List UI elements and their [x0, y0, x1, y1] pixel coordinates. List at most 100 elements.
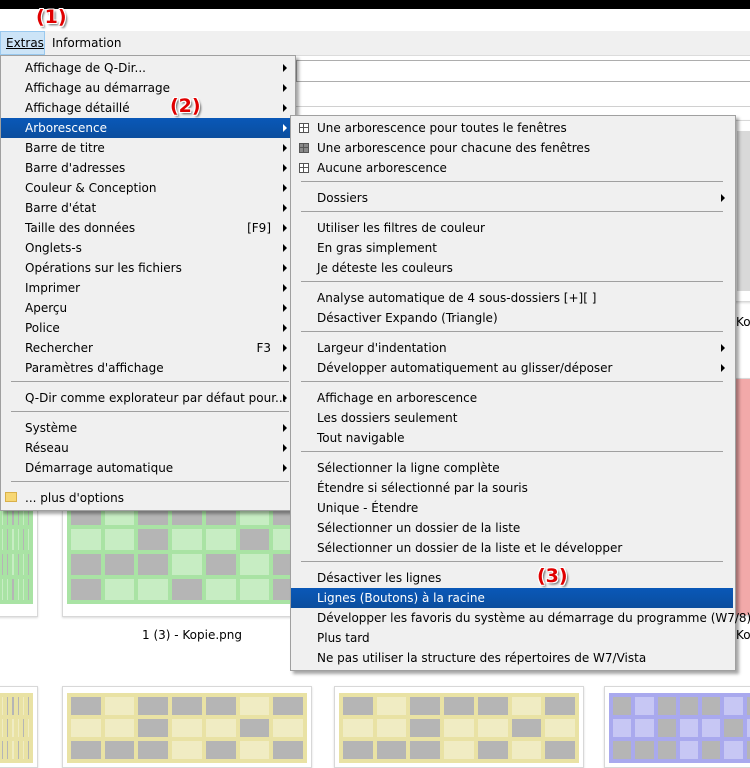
tree-menu-item[interactable]: Analyse automatique de 4 sous-dossiers [… [291, 288, 733, 308]
thumbnail-gray[interactable] [734, 120, 750, 302]
thumbnail-cell [2, 741, 4, 759]
extras-menu-item[interactable]: Paramètres d'affichage [1, 358, 295, 378]
tree-menu-item[interactable]: Utiliser les filtres de couleur [291, 218, 733, 238]
thumbnail-cell [138, 554, 169, 575]
tree-menu-item-label: Désactiver les lignes [317, 571, 442, 585]
extras-menu-item[interactable]: Couleur & Conception [1, 178, 295, 198]
tree-menu-item-label: Tout navigable [317, 431, 405, 445]
thumbnail-cell [239, 554, 270, 575]
menu-information-label: Information [52, 36, 122, 50]
address-bar[interactable] [296, 60, 750, 82]
tree-menu-item-label: Sélectionner un dossier de la liste et l… [317, 541, 623, 555]
thumbnail-red[interactable] [734, 378, 750, 616]
tree-menu-item[interactable]: Ne pas utiliser la structure des réperto… [291, 648, 733, 668]
tree-menu-item[interactable]: Lignes (Boutons) à la racine [291, 588, 733, 608]
thumbnail-cell [511, 719, 542, 737]
thumbnail-cell [7, 529, 9, 550]
chevron-right-icon [283, 104, 287, 112]
extras-menu-item[interactable]: Barre d'adresses [1, 158, 295, 178]
extras-menu-item-label: Opérations sur les fichiers [25, 261, 182, 275]
thumbnail-cell [172, 697, 202, 715]
tree-menu-item-label: Largeur d'indentation [317, 341, 447, 355]
tree-menu-item[interactable]: En gras simplement [291, 238, 733, 258]
extras-menu-item[interactable]: Affichage détaillé [1, 98, 295, 118]
extras-menu-item[interactable]: ... plus d'options [1, 488, 295, 508]
tree-menu-item[interactable]: Sélectionner un dossier de la liste et l… [291, 538, 733, 558]
tree-menu-item[interactable]: Désactiver les lignes [291, 568, 733, 588]
extras-menu-item[interactable]: Réseau [1, 438, 295, 458]
thumbnail-cell [71, 529, 101, 550]
thumbnail-cell [205, 554, 236, 575]
thumbnail-cell [205, 529, 236, 550]
thumbnail-cell [22, 529, 24, 550]
menu-information[interactable]: Information [47, 31, 126, 55]
tree-menu-item[interactable]: Désactiver Expando (Triangle) [291, 308, 733, 328]
thumbnail-cell [172, 741, 202, 759]
menu-extras-label: Extras [6, 36, 44, 50]
thumbnail-red-image [735, 379, 750, 615]
extras-menu-item[interactable]: Barre de titre [1, 138, 295, 158]
tree-menu-item[interactable]: Tout navigable [291, 428, 733, 448]
tree-menu-item[interactable]: Une arborescence pour chacune des fenêtr… [291, 138, 733, 158]
thumbnail-cell [477, 697, 508, 715]
tree-menu-item-label: Une arborescence pour toutes le fenêtres [317, 121, 567, 135]
thumbnail-cell [17, 719, 19, 737]
chevron-right-icon [283, 344, 287, 352]
thumbnail-cell [205, 697, 236, 715]
tree-menu-item[interactable]: Développer les favoris du système au dém… [291, 608, 750, 628]
thumbnail-cell [12, 719, 14, 737]
extras-menu-item-label: Taille des données [25, 221, 136, 235]
extras-menu-item[interactable]: Police [1, 318, 295, 338]
tree-layout-icon [299, 163, 309, 173]
thumbnail-blue[interactable] [604, 686, 750, 768]
thumbnail-yellow-3[interactable] [334, 686, 584, 768]
tree-menu-item[interactable]: Une arborescence pour toutes le fenêtres [291, 118, 733, 138]
extras-menu-item[interactable]: Système [1, 418, 295, 438]
chevron-right-icon [283, 124, 287, 132]
extras-menu-item[interactable]: Affichage au démarrage [1, 78, 295, 98]
tree-menu-item[interactable]: Aucune arborescence [291, 158, 733, 178]
tree-menu-item[interactable]: Affichage en arborescence [291, 388, 733, 408]
thumbnail-yellow-2-image [67, 693, 307, 763]
folder-icon [5, 492, 17, 502]
chevron-right-icon [283, 64, 287, 72]
chevron-right-icon [283, 264, 287, 272]
extras-menu-item[interactable]: Aperçu [1, 298, 295, 318]
extras-menu-item[interactable]: Démarrage automatique [1, 458, 295, 478]
thumbnail-green-left-image [0, 500, 33, 604]
extras-menu-item[interactable]: Arborescence [1, 118, 295, 138]
thumbnail-cell [511, 741, 542, 759]
thumbnail-cell [71, 579, 101, 600]
extras-menu-item[interactable]: Rechercher F3 [1, 338, 295, 358]
extras-menu-item[interactable]: Affichage de Q-Dir... [1, 58, 295, 78]
thumbnail-cell [22, 579, 24, 600]
thumbnail-cell [172, 579, 202, 600]
tree-menu-item-label: Je déteste les couleurs [317, 261, 453, 275]
thumbnail-cell [343, 741, 373, 759]
extras-menu-item[interactable]: Opérations sur les fichiers [1, 258, 295, 278]
extras-menu-item[interactable]: Q-Dir comme explorateur par défaut pour.… [1, 388, 295, 408]
menu-extras[interactable]: Extras [0, 31, 45, 55]
extras-menu-item[interactable]: Barre d'état [1, 198, 295, 218]
tree-menu-item[interactable]: Étendre si sélectionné par la souris [291, 478, 733, 498]
thumbnail-cell [22, 554, 24, 575]
tree-menu-item[interactable]: Plus tard [291, 628, 733, 648]
thumbnail-cell [12, 579, 14, 600]
thumbnail-yellow-1[interactable] [0, 686, 38, 768]
tree-menu-item[interactable]: Développer automatiquement au glisser/dé… [291, 358, 733, 378]
thumbnail-cell [12, 697, 14, 715]
tree-menu-item[interactable]: Unique - Étendre [291, 498, 733, 518]
tree-menu-item[interactable]: Sélectionner la ligne complète [291, 458, 733, 478]
extras-menu-item[interactable]: Onglets-s [1, 238, 295, 258]
extras-menu-item-label: Paramètres d'affichage [25, 361, 164, 375]
thumbnail-caption-right-1: Ko [736, 315, 750, 329]
extras-menu-item[interactable]: Taille des données [F9] [1, 218, 295, 238]
extras-menu-item[interactable]: Imprimer [1, 278, 295, 298]
tree-menu-item[interactable]: Je déteste les couleurs [291, 258, 733, 278]
tree-menu-item[interactable]: Dossiers [291, 188, 733, 208]
thumbnail-yellow-2[interactable] [62, 686, 312, 768]
thumbnail-cell [444, 719, 474, 737]
tree-menu-item[interactable]: Sélectionner un dossier de la liste [291, 518, 733, 538]
tree-menu-item[interactable]: Les dossiers seulement [291, 408, 733, 428]
tree-menu-item[interactable]: Largeur d'indentation [291, 338, 733, 358]
